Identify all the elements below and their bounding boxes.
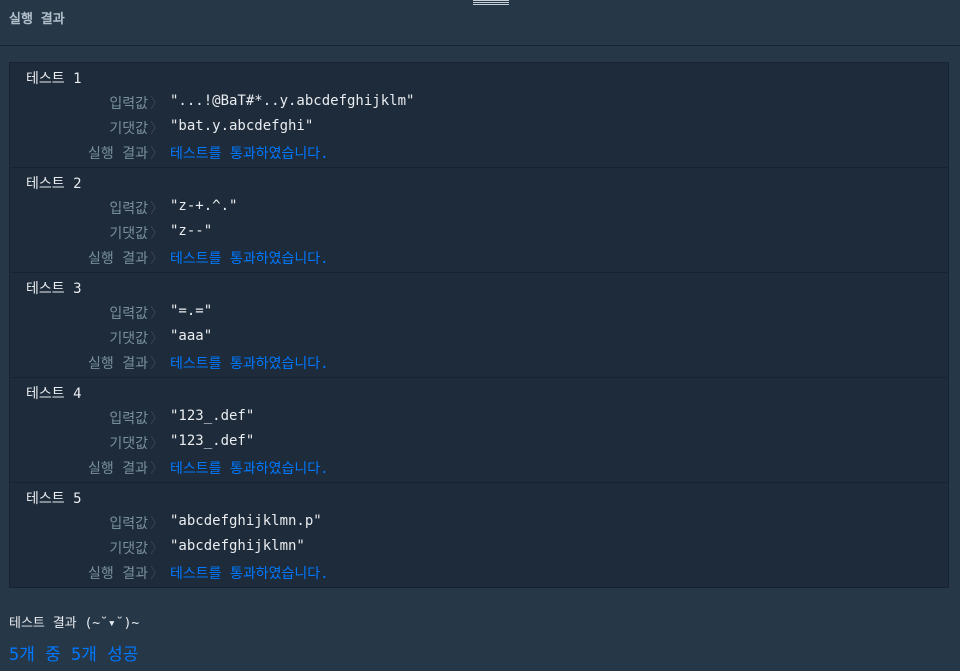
chevron-right-icon: 〉 [150,226,164,242]
result-value: 테스트를 통과하였습니다. [170,461,329,477]
expected-row: 기댓값 〉 "123_.def" [10,433,948,458]
chevron-right-icon: 〉 [150,411,164,427]
test-case-title: 테스트 3 [26,281,82,297]
expected-value: "bat.y.abcdefghi" [170,118,314,134]
result-label: 실행 결과 [88,566,148,582]
chevron-right-icon: 〉 [150,566,164,582]
result-value: 테스트를 통과하였습니다. [170,251,329,267]
result-row: 실행 결과 〉 테스트를 통과하였습니다. [10,563,948,588]
expected-row: 기댓값 〉 "aaa" [10,328,948,353]
result-row: 실행 결과 〉 테스트를 통과하였습니다. [10,143,948,168]
result-value: 테스트를 통과하였습니다. [170,146,329,162]
panel-header: 실행 결과 [0,0,960,46]
input-row: 입력값 〉 "=.=" [10,303,948,328]
test-results-list: 테스트 1 입력값 〉 "...!@BaT#*..y.abcdefghijklm… [9,62,949,588]
chevron-right-icon: 〉 [150,306,164,322]
input-row: 입력값 〉 "...!@BaT#*..y.abcdefghijklm" [10,93,948,118]
test-case-1: 테스트 1 입력값 〉 "...!@BaT#*..y.abcdefghijklm… [10,63,948,168]
input-value: "123_.def" [170,408,255,424]
test-case-title: 테스트 1 [26,71,82,87]
summary-title: 테스트 결과 (~˘▾˘)~ [9,616,140,631]
expected-value: "aaa" [170,328,213,344]
input-row: 입력값 〉 "abcdefghijklmn.p" [10,513,948,538]
result-label: 실행 결과 [88,356,148,372]
input-label: 입력값 [109,306,148,322]
expected-row: 기댓값 〉 "abcdefghijklmn" [10,538,948,563]
expected-label: 기댓값 [109,331,148,347]
test-case-5: 테스트 5 입력값 〉 "abcdefghijklmn.p" 기댓값 〉 "ab… [10,483,948,588]
chevron-right-icon: 〉 [150,146,164,162]
chevron-right-icon: 〉 [150,461,164,477]
expected-row: 기댓값 〉 "bat.y.abcdefghi" [10,118,948,143]
result-value: 테스트를 통과하였습니다. [170,566,329,582]
input-value: "abcdefghijklmn.p" [170,513,322,529]
test-case-title: 테스트 2 [26,176,82,192]
chevron-right-icon: 〉 [150,541,164,557]
result-row: 실행 결과 〉 테스트를 통과하였습니다. [10,248,948,273]
input-value: "z-+.^." [170,198,238,214]
chevron-right-icon: 〉 [150,356,164,372]
result-row: 실행 결과 〉 테스트를 통과하였습니다. [10,353,948,378]
chevron-right-icon: 〉 [150,516,164,532]
test-case-4: 테스트 4 입력값 〉 "123_.def" 기댓값 〉 "123_.def" … [10,378,948,483]
input-row: 입력값 〉 "123_.def" [10,408,948,433]
expected-value: "123_.def" [170,433,255,449]
panel-title: 실행 결과 [9,12,65,27]
expected-row: 기댓값 〉 "z--" [10,223,948,248]
input-label: 입력값 [109,411,148,427]
chevron-right-icon: 〉 [150,331,164,347]
expected-label: 기댓값 [109,226,148,242]
summary-score: 5개 중 5개 성공 [9,645,139,665]
input-label: 입력값 [109,201,148,217]
result-row: 실행 결과 〉 테스트를 통과하였습니다. [10,458,948,483]
chevron-right-icon: 〉 [150,96,164,112]
expected-value: "abcdefghijklmn" [170,538,305,554]
result-label: 실행 결과 [88,461,148,477]
chevron-right-icon: 〉 [150,436,164,452]
expected-value: "z--" [170,223,213,239]
chevron-right-icon: 〉 [150,121,164,137]
expected-label: 기댓값 [109,121,148,137]
input-value: "...!@BaT#*..y.abcdefghijklm" [170,93,415,109]
result-label: 실행 결과 [88,146,148,162]
resize-handle[interactable] [473,0,509,5]
test-case-2: 테스트 2 입력값 〉 "z-+.^." 기댓값 〉 "z--" 실행 결과 〉… [10,168,948,273]
expected-label: 기댓값 [109,436,148,452]
input-label: 입력값 [109,516,148,532]
chevron-right-icon: 〉 [150,201,164,217]
test-case-title: 테스트 5 [26,491,82,507]
input-value: "=.=" [170,303,213,319]
result-label: 실행 결과 [88,251,148,267]
chevron-right-icon: 〉 [150,251,164,267]
result-value: 테스트를 통과하였습니다. [170,356,329,372]
test-case-title: 테스트 4 [26,386,82,402]
expected-label: 기댓값 [109,541,148,557]
test-case-3: 테스트 3 입력값 〉 "=.=" 기댓값 〉 "aaa" 실행 결과 〉 테스… [10,273,948,378]
input-row: 입력값 〉 "z-+.^." [10,198,948,223]
input-label: 입력값 [109,96,148,112]
